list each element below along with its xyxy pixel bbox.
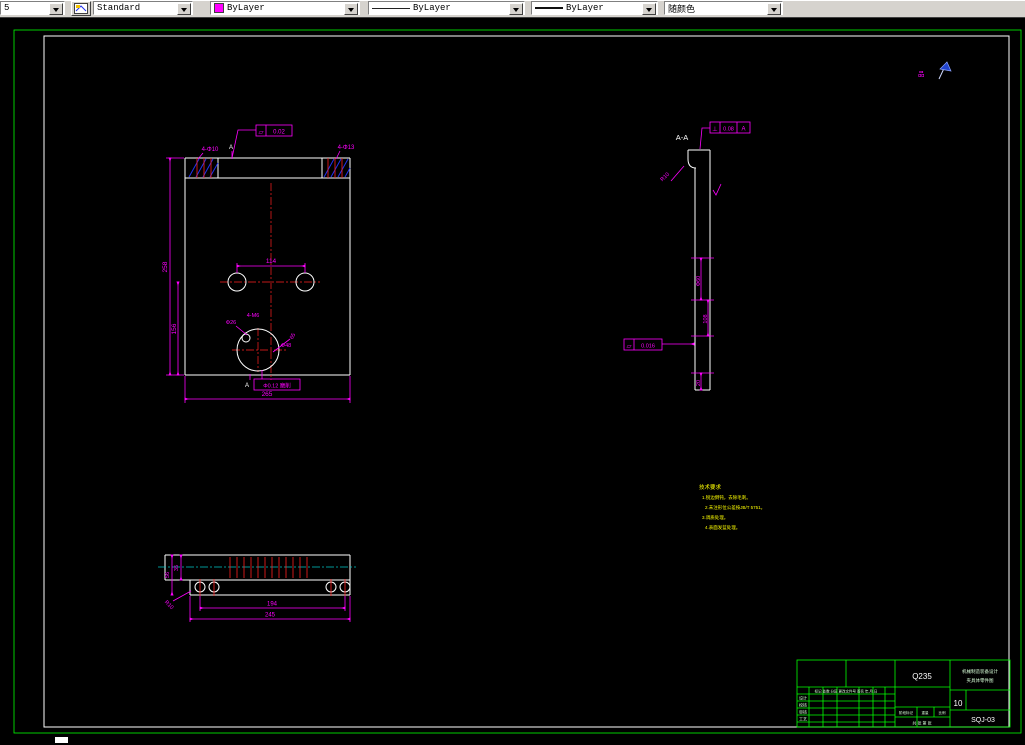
- title-block: 标记 处数 分区 更改文件号 签名 年.月.日 设计 校核 审核 工艺 Q235…: [796, 659, 1011, 728]
- holes-left-label: 4-Φ10: [202, 147, 219, 153]
- dim-194-label: 194: [267, 602, 278, 608]
- holes-right-label: 4-Φ13: [338, 145, 355, 151]
- stage-label: 阶段标记: [899, 710, 913, 715]
- qty-label: 10: [954, 699, 963, 708]
- titleblock-row-design: 设计: [799, 695, 807, 701]
- fillet-r10-bottom-label: R10: [163, 600, 174, 611]
- lineweight-value: ByLayer: [566, 3, 604, 13]
- chevron-down-icon[interactable]: [642, 3, 656, 15]
- fcf-flat-value: 0.016: [641, 344, 655, 350]
- color-value: ByLayer: [227, 3, 265, 13]
- titleblock-header-row: 标记 处数 分区 更改文件号 签名 年.月.日: [815, 689, 878, 694]
- properties-toolbar: 5 Standard ByLayer ByLayer ByLayer 随颜色: [0, 0, 1025, 18]
- material-label: Q235: [912, 672, 932, 681]
- chevron-down-icon[interactable]: [344, 3, 358, 15]
- label-angle-65: 65: [289, 332, 297, 340]
- text-style-value: Standard: [97, 3, 141, 13]
- fcf-perp-datum: A: [741, 127, 745, 133]
- chevron-down-icon[interactable]: [509, 3, 523, 15]
- linetype-value: ByLayer: [413, 3, 451, 13]
- fillet-r10-label: R10: [660, 172, 671, 183]
- viewport-frame: [13, 29, 1022, 734]
- titleblock-row-process: 工艺: [799, 717, 807, 722]
- basic-note-label: Φ0.12 磨削: [263, 382, 291, 390]
- org-line2: 夹具体零件图: [967, 677, 994, 684]
- surface-finish-icon: [712, 183, 722, 196]
- dim-20-label: 20: [696, 380, 702, 386]
- layer-properties-button[interactable]: [71, 1, 91, 16]
- note-line-2: 2.未注形位公差按JB/T 5751。: [705, 504, 765, 511]
- section-a-top-label: A: [229, 145, 233, 151]
- side-view: A-A ⊥ 0.08 A R10 Φ60 108 20 ▱ 0.016: [623, 121, 751, 391]
- block-marker: 品: [918, 61, 952, 80]
- dim-156-label: 156: [171, 323, 178, 334]
- weight-label: 重量: [922, 710, 930, 715]
- dim-56-label: 56: [165, 572, 171, 578]
- layers-icon: [74, 3, 88, 14]
- drawing-canvas[interactable]: 114 258 156 265 4-Φ10 4-Φ13 ▱ 0.02 A A Φ…: [0, 18, 1025, 745]
- dim-258-label: 258: [162, 261, 169, 272]
- label-m6: 4-M6: [247, 313, 260, 319]
- tech-notes: 技术要求 1.锐边倒钝，去除毛刺。 2.未注形位公差按JB/T 5751。 3.…: [699, 483, 765, 531]
- scale-label: 比例: [939, 710, 947, 715]
- titleblock-row-audit: 审核: [799, 709, 807, 715]
- fcf-flat-symbol: ▱: [627, 343, 632, 350]
- fcf-perp-value: 0.08: [723, 127, 734, 133]
- chevron-down-icon[interactable]: [177, 3, 191, 15]
- label-phi26: Φ26: [226, 320, 237, 326]
- fcf-flatness-symbol: ▱: [259, 129, 264, 136]
- front-view: 114 258 156 265 4-Φ10 4-Φ13 ▱ 0.02 A A Φ…: [162, 124, 355, 403]
- text-style-combo[interactable]: Standard: [93, 1, 193, 15]
- lineweight-sample-icon: [535, 7, 563, 9]
- dim-108-label: 108: [703, 314, 709, 323]
- notes-title: 技术要求: [699, 483, 722, 491]
- plot-style-value: 随颜色: [668, 4, 696, 15]
- org-line1: 机械制造装备设计: [962, 668, 998, 675]
- part-number-label: SQJ-03: [971, 717, 995, 724]
- linetype-combo[interactable]: ByLayer: [368, 1, 525, 15]
- block-marker-text: 品: [918, 70, 925, 78]
- lineweight-combo[interactable]: ByLayer: [531, 1, 658, 15]
- section-a-bottom-label: A: [245, 383, 249, 389]
- section-title-label: A-A: [676, 133, 689, 142]
- left-combo-value: 5: [4, 3, 10, 13]
- titleblock-row-check: 校核: [799, 702, 807, 708]
- north-arrow-icon: [938, 61, 952, 80]
- dim-245-label: 245: [265, 613, 276, 619]
- sheet-label: 共 张 第 张: [912, 720, 931, 726]
- bottom-view: 35 56 R10 194 245: [158, 554, 356, 622]
- note-line-4: 4.表面发蓝处理。: [705, 524, 740, 531]
- dim-35-label: 35: [174, 565, 180, 571]
- linetype-sample-icon: [372, 7, 410, 9]
- label-phi48: Φ48: [281, 343, 292, 349]
- color-combo[interactable]: ByLayer: [210, 1, 360, 15]
- color-swatch-magenta: [214, 3, 224, 13]
- chevron-down-icon[interactable]: [767, 3, 781, 15]
- note-line-3: 3.调质处理。: [702, 514, 728, 521]
- left-combo[interactable]: 5: [0, 1, 65, 15]
- fcf-flatness-value: 0.02: [273, 130, 285, 136]
- layout-tab-fragment[interactable]: [55, 737, 68, 743]
- dim-265-label: 265: [262, 391, 273, 398]
- dim-114-label: 114: [266, 258, 277, 265]
- paper-frame: [43, 35, 1010, 728]
- plot-style-combo[interactable]: 随颜色: [664, 1, 783, 15]
- fcf-perp-symbol: ⊥: [712, 126, 718, 133]
- chevron-down-icon[interactable]: [49, 3, 63, 15]
- note-line-1: 1.锐边倒钝，去除毛刺。: [702, 494, 751, 501]
- dim-phi60-label: Φ60: [696, 276, 702, 287]
